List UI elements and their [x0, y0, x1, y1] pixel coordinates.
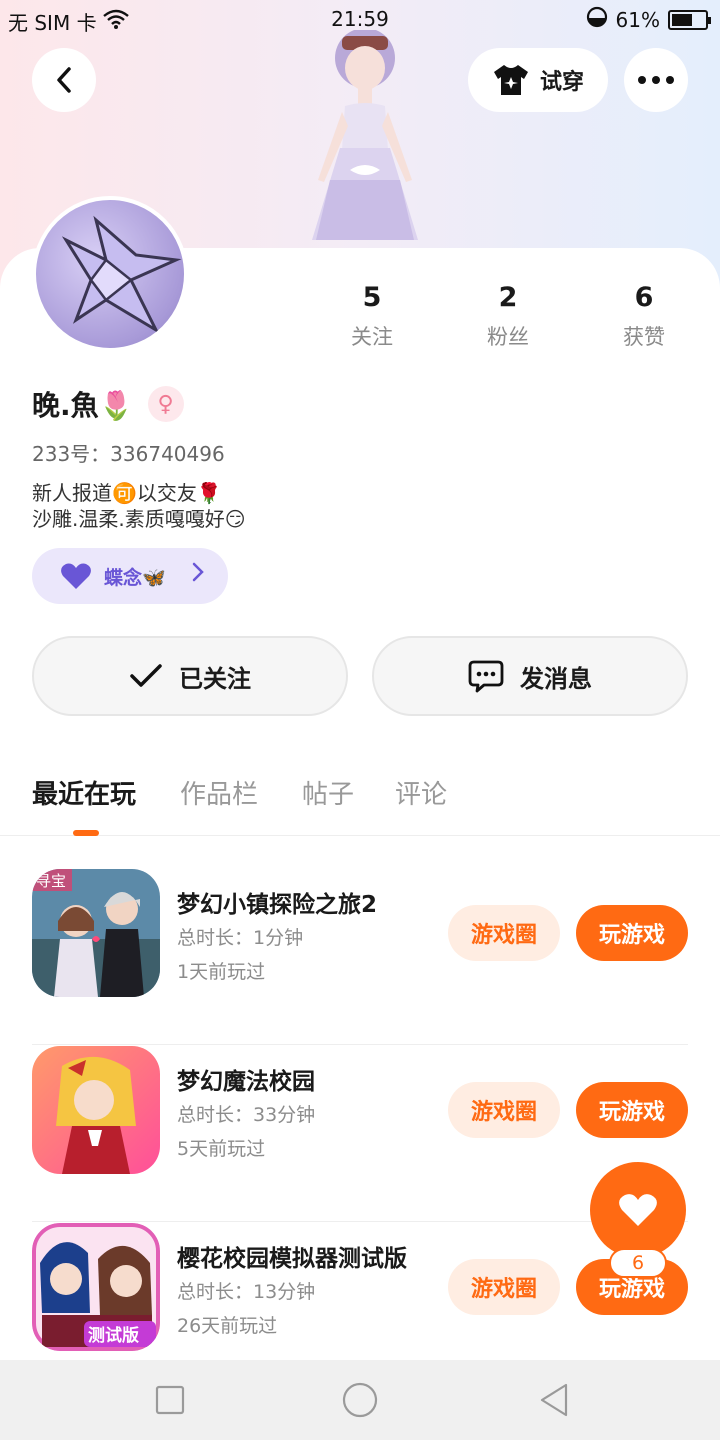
bio-line: 新人报道🉑以交友🌹 [32, 481, 222, 505]
avatar[interactable] [32, 196, 188, 352]
user-id: 233号：336740496 [32, 442, 225, 466]
play-game-button[interactable]: 玩游戏 [576, 905, 688, 961]
recent-apps-button[interactable] [150, 1380, 190, 1420]
battery-percent: 61% [615, 7, 660, 32]
game-title: 梦幻小镇探险之旅2 [177, 892, 378, 918]
more-button[interactable] [624, 48, 688, 112]
game-circle-button[interactable]: 游戏圈 [448, 1082, 560, 1138]
avatar-image [61, 215, 182, 334]
play-game-button[interactable]: 玩游戏 [576, 1082, 688, 1138]
game-title: 梦幻魔法校园 [177, 1069, 315, 1095]
stat-fans[interactable]: 2 粉丝 [448, 282, 568, 351]
chevron-right-icon [192, 562, 204, 588]
more-icon [638, 76, 674, 84]
game-duration: 总时长：33分钟 [177, 1104, 316, 1126]
back-nav-button[interactable] [534, 1380, 574, 1420]
game-last-played: 1天前玩过 [177, 961, 266, 983]
relationship-badge[interactable]: 蝶念🦋 [32, 548, 228, 604]
try-on-label: 试穿 [539, 70, 584, 95]
battery-icon [668, 9, 711, 30]
game-icon [32, 1046, 160, 1174]
like-fab-button[interactable] [590, 1162, 686, 1258]
tab-posts[interactable]: 帖子 [302, 774, 354, 811]
heart-icon [61, 563, 91, 589]
profile-tabs: 最近在玩 作品栏 帖子 评论 [0, 770, 720, 836]
send-message-label: 发消息 [520, 664, 592, 693]
stat-likes-count: 6 [634, 282, 654, 313]
game-last-played: 5天前玩过 [177, 1138, 266, 1160]
tab-comments[interactable]: 评论 [395, 774, 447, 811]
tab-works[interactable]: 作品栏 [180, 774, 258, 811]
game-circle-button[interactable]: 游戏圈 [448, 1259, 560, 1315]
badge-label: 蝶念🦋 [104, 566, 166, 589]
stat-following-label: 关注 [351, 325, 393, 349]
game-icon: 测试版 [32, 1223, 160, 1351]
female-gender-icon: ♀ [147, 386, 184, 422]
stat-following-count: 5 [362, 282, 382, 313]
game-circle-button[interactable]: 游戏圈 [448, 905, 560, 961]
back-arrow-icon [57, 67, 71, 93]
tshirt-icon [493, 65, 528, 95]
character-avatar-figure [312, 30, 418, 240]
like-count-badge: 6 [609, 1248, 667, 1278]
moon-mode-icon [586, 6, 608, 33]
game-icon-text: 寻宝 [36, 872, 66, 890]
heart-icon [619, 1194, 657, 1226]
stat-likes-label: 获赞 [623, 325, 665, 349]
stat-fans-count: 2 [498, 282, 518, 313]
square-icon [155, 1385, 185, 1415]
circle-icon [342, 1382, 378, 1418]
stat-likes[interactable]: 6 获赞 [584, 282, 704, 351]
game-duration: 总时长：13分钟 [177, 1281, 316, 1303]
triangle-back-icon [540, 1383, 568, 1417]
chat-bubble-icon [468, 660, 504, 693]
game-duration: 总时长：1分钟 [177, 927, 304, 949]
send-message-button[interactable]: 发消息 [372, 636, 688, 716]
username: 晚.魚🌷 [32, 389, 134, 422]
bio: 新人报道🉑以交友🌹 沙雕.温柔.素质嘎嘎好😏 [32, 480, 246, 532]
game-title: 樱花校园模拟器测试版 [177, 1246, 407, 1272]
game-icon-text: 测试版 [88, 1325, 139, 1346]
home-button[interactable] [340, 1380, 380, 1420]
name-row: 晚.魚🌷 ♀ [32, 384, 184, 424]
game-icon: 寻宝 [32, 869, 160, 997]
try-on-button[interactable]: 试穿 [468, 48, 608, 112]
checkmark-icon [130, 664, 162, 687]
followed-label: 已关注 [179, 664, 251, 693]
tab-active-indicator [73, 830, 99, 836]
game-list-item[interactable]: 寻宝 梦幻小镇探险之旅2 总时长：1分钟 1天前玩过 游戏圈 玩游戏 [32, 869, 688, 1045]
game-last-played: 26天前玩过 [177, 1315, 278, 1337]
followed-button[interactable]: 已关注 [32, 636, 348, 716]
tab-recently-played[interactable]: 最近在玩 [32, 774, 136, 811]
stat-fans-label: 粉丝 [487, 325, 529, 349]
game-list-item[interactable]: 梦幻魔法校园 总时长：33分钟 5天前玩过 游戏圈 玩游戏 [32, 1046, 688, 1222]
stat-following[interactable]: 5 关注 [312, 282, 432, 351]
system-navigation-bar [0, 1360, 720, 1440]
bio-line: 沙雕.温柔.素质嘎嘎好😏 [32, 507, 246, 531]
back-button[interactable] [32, 48, 96, 112]
